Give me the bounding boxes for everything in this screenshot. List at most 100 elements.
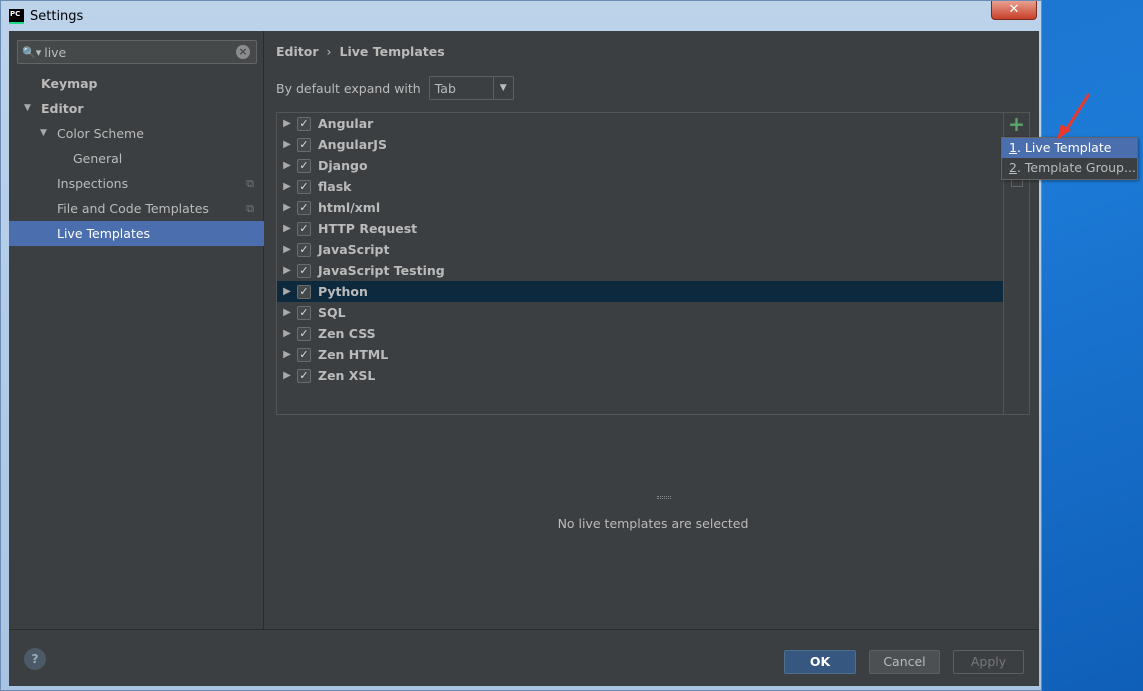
expand-arrow-icon[interactable]: ▶ <box>277 286 297 297</box>
expand-arrow-icon[interactable]: ▶ <box>277 181 297 192</box>
help-button[interactable]: ? <box>24 648 46 670</box>
expand-arrow-icon[interactable]: ▶ <box>277 370 297 381</box>
expand-arrow-icon[interactable]: ▶ <box>277 265 297 276</box>
template-group-row[interactable]: ▶ ✓ Django <box>277 155 1003 176</box>
window-title: Settings <box>30 8 84 24</box>
checkbox[interactable]: ✓ <box>297 326 311 341</box>
close-button[interactable]: ✕ <box>991 1 1037 20</box>
expand-value: Tab <box>434 80 456 96</box>
template-group-name: SQL <box>318 305 346 320</box>
checkbox[interactable]: ✓ <box>297 242 311 257</box>
checkbox[interactable]: ✓ <box>297 221 311 236</box>
template-group-name: JavaScript <box>318 242 390 257</box>
checkbox[interactable]: ✓ <box>297 158 311 173</box>
search-icon: 🔍▾ <box>22 45 42 59</box>
expand-arrow-icon[interactable]: ▶ <box>277 202 297 213</box>
sidebar-item[interactable]: General <box>9 146 264 171</box>
expand-arrow-icon[interactable]: ▶ <box>277 118 297 129</box>
apply-button[interactable]: Apply <box>953 650 1024 674</box>
sidebar-item-label: Inspections <box>57 176 129 191</box>
sidebar-item[interactable]: File and Code Templates ⧉ <box>9 196 264 221</box>
expand-label: By default expand with <box>276 80 421 96</box>
template-group-name: Zen HTML <box>318 347 389 362</box>
checkbox[interactable]: ✓ <box>297 116 311 131</box>
add-icon[interactable]: + <box>1004 113 1029 135</box>
settings-tree: Keymap ▼ Editor ▼ Color Scheme General Inspect… <box>9 71 264 246</box>
sidebar-item[interactable]: Inspections ⧉ <box>9 171 264 196</box>
expand-arrow-icon[interactable]: ▶ <box>277 223 297 234</box>
sidebar-item-label: General <box>73 151 123 166</box>
sidebar-item[interactable]: Keymap <box>9 71 264 96</box>
breadcrumb-current: Live Templates <box>339 44 445 59</box>
template-group-row[interactable]: ▶ ✓ Python <box>277 281 1003 302</box>
template-group-name: html/xml <box>318 200 381 215</box>
template-group-row[interactable]: ▶ ✓ Angular <box>277 113 1003 134</box>
checkbox[interactable]: ✓ <box>297 347 311 362</box>
sidebar: 🔍▾ live × Keymap ▼ Editor ▼ Color Scheme Gene… <box>9 31 264 629</box>
sidebar-item-label: Live Templates <box>57 226 151 241</box>
expand-arrow-icon[interactable]: ▼ <box>24 96 31 121</box>
template-group-row[interactable]: ▶ ✓ flask <box>277 176 1003 197</box>
expand-arrow-icon[interactable]: ▶ <box>277 139 297 150</box>
search-value: live <box>44 44 67 60</box>
template-group-row[interactable]: ▶ ✓ HTTP Request <box>277 218 1003 239</box>
ok-button[interactable]: OK <box>784 650 856 674</box>
sidebar-item-label: Editor <box>41 101 84 116</box>
template-group-name: Zen CSS <box>318 326 376 341</box>
sidebar-item[interactable]: Live Templates <box>9 221 264 246</box>
checkbox[interactable]: ✓ <box>297 263 311 278</box>
template-group-name: flask <box>318 179 352 194</box>
add-popup-menu: 1. Live Template 2. Template Group... <box>1001 137 1138 180</box>
expand-select[interactable]: Tab ▼ <box>428 76 514 100</box>
template-group-name: JavaScript Testing <box>318 263 445 278</box>
pycharm-logo-icon: PC <box>9 8 24 24</box>
checkbox[interactable]: ✓ <box>297 305 311 320</box>
main-panel: Editor › Live Templates By default expand … <box>265 31 1039 629</box>
dialog: 🔍▾ live × Keymap ▼ Editor ▼ Color Scheme Gene… <box>9 31 1039 686</box>
expand-arrow-icon[interactable]: ▶ <box>277 307 297 318</box>
settings-window: PC Settings ✕ 🔍▾ live × Keymap ▼ Editor ▼ Co… <box>0 0 1042 691</box>
template-group-name: Django <box>318 158 368 173</box>
breadcrumb-separator: › <box>326 44 332 59</box>
template-group-name: Python <box>318 284 368 299</box>
empty-text: No live templates are selected <box>557 516 749 531</box>
template-group-row[interactable]: ▶ ✓ JavaScript <box>277 239 1003 260</box>
clear-search-icon[interactable]: × <box>236 45 250 59</box>
template-group-row[interactable]: ▶ ✓ SQL <box>277 302 1003 323</box>
template-group-row[interactable]: ▶ ✓ Zen XSL <box>277 365 1003 386</box>
mnemonic: 2 <box>1009 160 1017 175</box>
expand-arrow-icon[interactable]: ▼ <box>40 121 47 146</box>
expand-arrow-icon[interactable]: ▶ <box>277 328 297 339</box>
expand-arrow-icon[interactable]: ▶ <box>277 160 297 171</box>
chevron-down-icon: ▼ <box>492 77 513 99</box>
popup-menu-item[interactable]: 2. Template Group... <box>1002 158 1137 178</box>
project-copy-icon: ⧉ <box>246 202 254 215</box>
sidebar-item[interactable]: ▼ Color Scheme <box>9 121 264 146</box>
sidebar-item[interactable]: ▼ Editor <box>9 96 264 121</box>
breadcrumb-parent[interactable]: Editor <box>276 44 319 59</box>
title-bar: PC Settings <box>1 1 1041 31</box>
annotation-arrow-icon <box>1057 93 1091 140</box>
template-group-name: HTTP Request <box>318 221 418 236</box>
expand-arrow-icon[interactable]: ▶ <box>277 244 297 255</box>
sidebar-item-label: File and Code Templates <box>57 201 209 216</box>
checkbox[interactable]: ✓ <box>297 179 311 194</box>
checkbox[interactable]: ✓ <box>297 137 311 152</box>
breadcrumb: Editor › Live Templates <box>276 44 453 59</box>
mnemonic: 1 <box>1009 140 1017 155</box>
template-group-row[interactable]: ▶ ✓ Zen CSS <box>277 323 1003 344</box>
checkbox[interactable]: ✓ <box>297 368 311 383</box>
checkbox[interactable]: ✓ <box>297 284 311 299</box>
template-group-row[interactable]: ▶ ✓ html/xml <box>277 197 1003 218</box>
menu-item-label: . Live Template <box>1016 140 1112 155</box>
search-input[interactable]: 🔍▾ live × <box>17 40 257 64</box>
template-group-name: Zen XSL <box>318 368 376 383</box>
template-group-row[interactable]: ▶ ✓ JavaScript Testing <box>277 260 1003 281</box>
template-group-row[interactable]: ▶ ✓ AngularJS <box>277 134 1003 155</box>
cancel-button[interactable]: Cancel <box>869 650 940 674</box>
checkbox[interactable]: ✓ <box>297 200 311 215</box>
menu-item-label: . Template Group... <box>1016 160 1136 175</box>
expand-arrow-icon[interactable]: ▶ <box>277 349 297 360</box>
expand-setting: By default expand with Tab ▼ <box>276 76 514 100</box>
template-group-row[interactable]: ▶ ✓ Zen HTML <box>277 344 1003 365</box>
